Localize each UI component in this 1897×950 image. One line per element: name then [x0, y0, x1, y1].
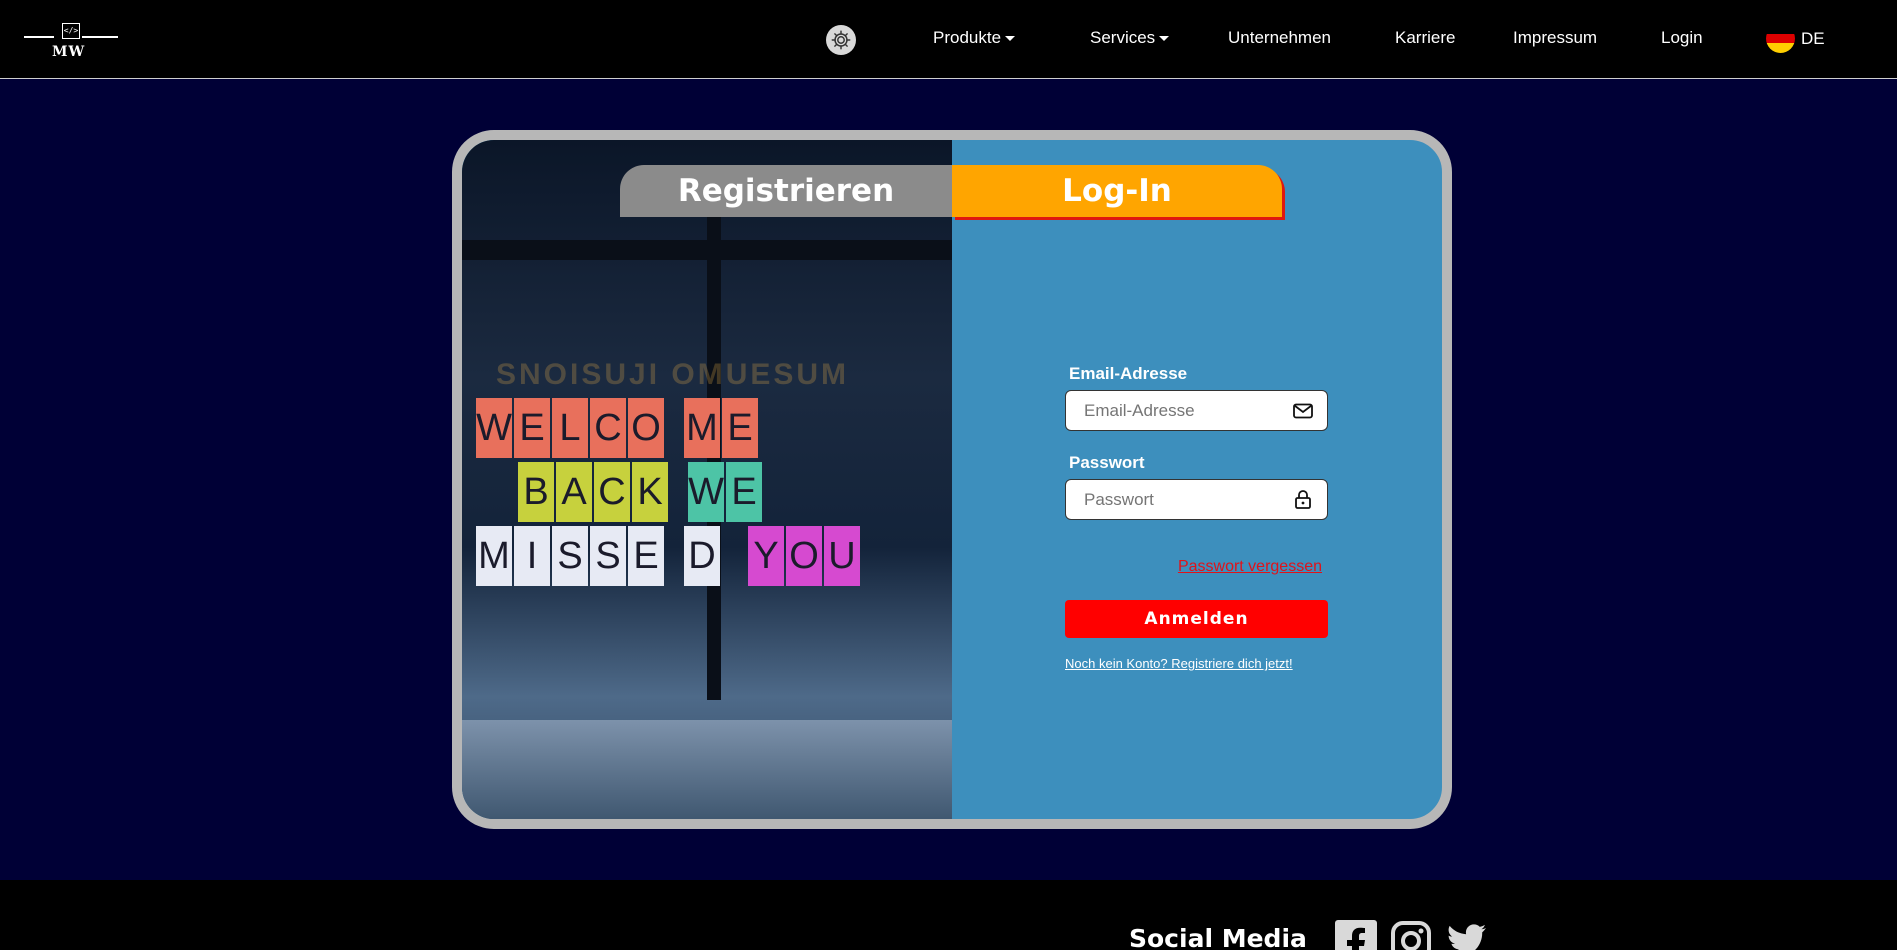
email-field[interactable]: Email-Adresse [1065, 390, 1328, 431]
nav-impressum[interactable]: Impressum [1513, 28, 1597, 48]
sign-tile: L [552, 398, 588, 458]
sign-tile: E [726, 462, 762, 522]
sign-tile: W [476, 398, 512, 458]
sign-tile: A [556, 462, 592, 522]
sign-tile: M [684, 398, 720, 458]
nav-produkte[interactable]: Produkte [933, 28, 1016, 48]
photo-reflection-text: SNOISUJI OMUESUM [496, 358, 850, 391]
nav-services-label: Services [1090, 28, 1156, 47]
nav-produkte-label: Produkte [933, 28, 1002, 47]
photo-window-sill [462, 720, 952, 819]
sign-tile: D [684, 526, 720, 586]
sign-tile: K [632, 462, 668, 522]
lock-icon [1293, 490, 1313, 510]
sign-tile: C [590, 398, 626, 458]
nav-unternehmen[interactable]: Unternehmen [1228, 28, 1331, 48]
logo-line-left [24, 36, 54, 38]
tab-login[interactable]: Log-In [952, 165, 1282, 217]
password-placeholder: Passwort [1084, 489, 1154, 509]
chevron-down-icon [1159, 36, 1170, 42]
sign-gap [722, 526, 746, 586]
forgot-password-link[interactable]: Passwort vergessen [1065, 558, 1322, 576]
sign-tile: E [514, 398, 550, 458]
sign-tile: M [476, 526, 512, 586]
nav-services[interactable]: Services [1090, 28, 1170, 48]
footer: Social Media [0, 880, 1897, 950]
top-navigation-bar: </> MW Produkte Services Unternehmen Kar… [0, 0, 1897, 79]
email-placeholder: Email-Adresse [1084, 400, 1195, 420]
logo[interactable]: </> MW [24, 20, 120, 62]
sign-tile: O [628, 398, 664, 458]
sign-tile: W [688, 462, 724, 522]
social-media-heading: Social Media [1129, 924, 1307, 950]
sign-tile: E [722, 398, 758, 458]
twitter-icon[interactable] [1446, 920, 1488, 950]
register-now-link[interactable]: Noch kein Konto? Registriere dich jetzt! [1065, 656, 1330, 671]
sign-tile: S [552, 526, 588, 586]
instagram-icon[interactable] [1390, 920, 1432, 950]
login-submit-button[interactable]: Anmelden [1065, 600, 1328, 638]
password-label: Passwort [1069, 453, 1145, 472]
sign-gap [666, 398, 682, 458]
sign-gap [666, 526, 682, 586]
sign-row-missed-you: M I S S E D Y O U [476, 526, 860, 586]
sign-tile: E [628, 526, 664, 586]
language-code: DE [1801, 28, 1825, 48]
sign-tile: B [518, 462, 554, 522]
tab-register[interactable]: Registrieren [620, 165, 952, 217]
chevron-down-icon [1005, 36, 1016, 42]
sign-row-welcome: W E L C O M E [476, 398, 758, 458]
sign-tile: O [786, 526, 822, 586]
language-switcher[interactable]: DE [1766, 24, 1825, 53]
nav-login[interactable]: Login [1661, 28, 1703, 48]
auth-card: SNOISUJI OMUESUM W E L C O M E B A C K W… [452, 130, 1452, 829]
nav-karriere[interactable]: Karriere [1395, 28, 1455, 48]
german-flag-icon [1766, 24, 1795, 53]
envelope-icon [1293, 401, 1313, 421]
sign-tile: U [824, 526, 860, 586]
gear-icon[interactable] [826, 25, 856, 55]
sign-tile: S [590, 526, 626, 586]
sign-row-back-we: B A C K W E [518, 462, 762, 522]
password-field[interactable]: Passwort [1065, 479, 1328, 520]
logo-code-box: </> [62, 23, 80, 39]
email-label: Email-Adresse [1069, 364, 1188, 383]
facebook-icon[interactable] [1335, 920, 1377, 950]
login-form: Email-Adresse Email-Adresse Passwort Pas… [1065, 364, 1330, 671]
sign-gap [670, 462, 686, 522]
sign-tile: C [594, 462, 630, 522]
welcome-back-photo: SNOISUJI OMUESUM W E L C O M E B A C K W… [462, 140, 952, 819]
logo-text: MW [52, 44, 86, 60]
sign-tile: I [514, 526, 550, 586]
sign-tile: Y [748, 526, 784, 586]
logo-line-right [82, 36, 118, 38]
